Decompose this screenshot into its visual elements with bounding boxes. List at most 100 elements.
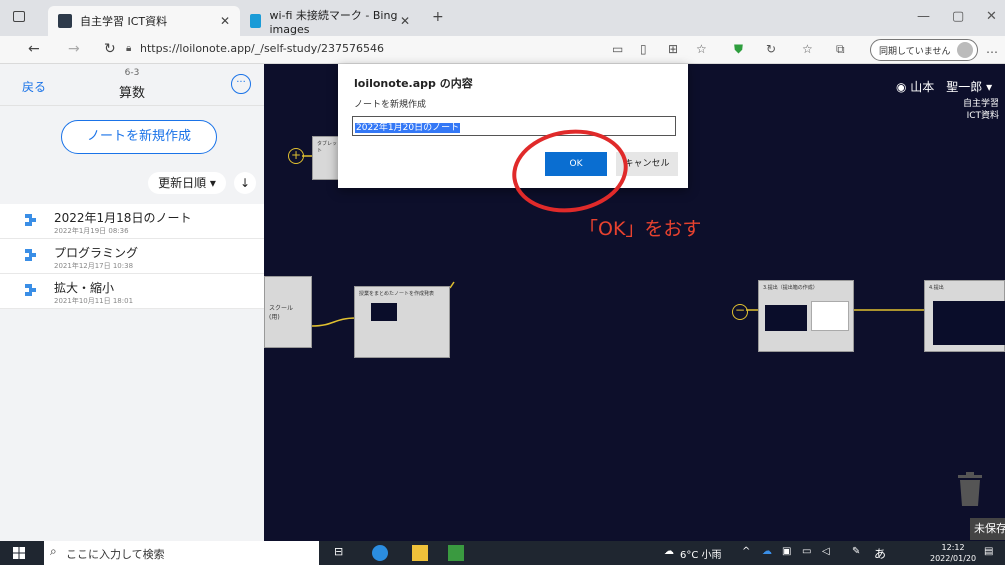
more-options-icon[interactable]: ··· bbox=[231, 74, 251, 94]
list-item[interactable]: プログラミング 2021年12月17日 10:38 bbox=[0, 239, 264, 274]
card-thumbnail bbox=[371, 303, 397, 321]
list-item[interactable]: 拡大・縮小 2021年10月11日 18:01 bbox=[0, 274, 264, 309]
canvas-card-submit-2[interactable]: 4.提出 bbox=[924, 280, 1005, 352]
meet-icon[interactable]: ▣ bbox=[782, 546, 791, 557]
tray-expand-icon[interactable]: ^ bbox=[742, 546, 750, 557]
sort-dropdown[interactable]: 更新日順 ▾ bbox=[148, 172, 226, 194]
notification-icon[interactable]: ▤ bbox=[984, 546, 993, 557]
note-name-input[interactable]: 2022年1月20日のノート bbox=[352, 116, 676, 136]
note-stack-icon bbox=[25, 249, 36, 261]
weather-text[interactable]: 6°C 小雨 bbox=[680, 546, 722, 561]
unsaved-indicator: 未保存 bbox=[970, 518, 1005, 540]
onedrive-icon[interactable]: ☁ bbox=[762, 546, 772, 557]
lock-icon: 🔒︎ bbox=[126, 43, 132, 54]
notes-sidebar: 戻る 6-3 算数 ··· ノートを新規作成 更新日順 ▾ ↓ 2022年1月1… bbox=[0, 64, 264, 541]
user-name: 山本 聖一郎 ▾ bbox=[910, 80, 993, 94]
instruction-annotation: 「OK」をおす bbox=[579, 218, 702, 240]
taskbar-search-input[interactable]: ⌕ ここに入力して検索 bbox=[44, 541, 319, 565]
tablet-icon[interactable]: ▯ bbox=[640, 42, 647, 56]
notebook-title: 自主学習 ICT資料 bbox=[963, 98, 999, 122]
ime-indicator[interactable]: あ bbox=[874, 545, 886, 562]
note-list: 2022年1月18日のノート 2022年1月19日 08:36 プログラミング … bbox=[0, 204, 264, 309]
refresh-extension-icon[interactable]: ↻ bbox=[766, 42, 776, 56]
profile-avatar-icon bbox=[957, 42, 973, 58]
collections-icon[interactable]: ⧉ bbox=[836, 42, 845, 57]
maximize-icon[interactable]: ▢ bbox=[952, 9, 964, 24]
card-thumbnail bbox=[765, 305, 807, 331]
card-thumbnail bbox=[933, 301, 1005, 345]
tab-ict-materials[interactable]: 自主学習 ICT資料 ✕ bbox=[48, 6, 240, 36]
minus-circle-icon[interactable]: − bbox=[732, 304, 748, 320]
refresh-icon[interactable]: ↻ bbox=[104, 41, 116, 57]
bing-favicon-icon bbox=[250, 14, 262, 28]
note-stack-icon bbox=[25, 214, 36, 226]
note-date: 2021年10月11日 18:01 bbox=[54, 297, 134, 305]
card-label: 3.提出（提出箱の作成） bbox=[763, 285, 818, 291]
canvas-card-summary[interactable]: 授業をまとめたノートを作成発表 bbox=[354, 286, 450, 358]
reader-view-icon[interactable]: ▭ bbox=[612, 42, 623, 56]
back-arrow-icon[interactable]: ← bbox=[28, 41, 40, 57]
list-item[interactable]: 2022年1月18日のノート 2022年1月19日 08:36 bbox=[0, 204, 264, 239]
browser-tab-bar: 自主学習 ICT資料 ✕ wi-fi 未接続マーク - Bing images … bbox=[0, 0, 1005, 36]
settings-more-icon[interactable]: … bbox=[986, 42, 998, 56]
minimize-icon[interactable]: — bbox=[917, 9, 930, 24]
favorite-star-icon[interactable]: ☆ bbox=[696, 42, 707, 56]
canvas-card-school[interactable]: スクール (用) bbox=[264, 276, 312, 348]
search-placeholder: ここに入力して検索 bbox=[66, 548, 165, 561]
note-stack-icon bbox=[25, 284, 36, 296]
input-value: 2022年1月20日のノート bbox=[355, 123, 461, 133]
clock-time: 12:12 bbox=[941, 543, 965, 552]
extension-shield-icon[interactable]: ⛊ bbox=[734, 42, 743, 57]
tab-actions-icon[interactable] bbox=[13, 11, 25, 22]
note-date: 2021年12月17日 10:38 bbox=[54, 262, 134, 270]
url-field[interactable]: https://loilonote.app/_/self-study/23757… bbox=[140, 42, 384, 55]
sort-direction-icon[interactable]: ↓ bbox=[234, 172, 256, 194]
user-icon: ◉ bbox=[896, 80, 911, 94]
sync-status-button[interactable]: 同期していません bbox=[870, 39, 978, 61]
task-view-icon[interactable]: ⊟ bbox=[334, 545, 350, 561]
sync-label: 同期していません bbox=[879, 47, 951, 57]
close-window-icon[interactable]: ✕ bbox=[986, 9, 997, 24]
trash-icon[interactable] bbox=[956, 472, 984, 508]
new-note-button[interactable]: ノートを新規作成 bbox=[61, 120, 217, 154]
add-card-icon[interactable]: + bbox=[288, 148, 304, 164]
close-tab-icon[interactable]: ✕ bbox=[220, 14, 230, 28]
address-bar: ← → ↻ 🔒︎ https://loilonote.app/_/self-st… bbox=[0, 36, 1005, 64]
tab-title: 自主学習 ICT資料 bbox=[80, 15, 168, 28]
tab-title: wi-fi 未接続マーク - Bing images bbox=[269, 8, 398, 36]
sidebar-header: 戻る 6-3 算数 ··· bbox=[0, 64, 264, 106]
edge-browser-icon[interactable] bbox=[372, 545, 388, 561]
weather-cloud-icon: ☁ bbox=[664, 546, 674, 557]
apps-grid-icon[interactable]: ⊞ bbox=[668, 42, 678, 56]
system-clock[interactable]: 12:12 2022/01/20 bbox=[930, 542, 976, 564]
card-label: スクール (用) bbox=[269, 305, 294, 321]
favorites-icon[interactable]: ☆ bbox=[802, 42, 813, 56]
card-label: 授業をまとめたノートを作成発表 bbox=[359, 291, 435, 297]
user-account-menu[interactable]: ◉ 山本 聖一郎 ▾ bbox=[896, 78, 992, 95]
title-line: 自主学習 bbox=[962, 99, 999, 109]
card-label: 4.提出 bbox=[929, 285, 944, 291]
pen-icon[interactable]: ✎ bbox=[852, 546, 860, 557]
tab-bing-images[interactable]: wi-fi 未接続マーク - Bing images ✕ bbox=[240, 6, 420, 36]
subject-title: 算数 bbox=[118, 86, 145, 101]
file-explorer-icon[interactable] bbox=[412, 545, 428, 561]
note-title: 拡大・縮小 bbox=[54, 281, 115, 295]
canvas-card-submit[interactable]: 3.提出（提出箱の作成） bbox=[758, 280, 854, 352]
display-icon[interactable]: ▭ bbox=[802, 546, 811, 557]
close-tab-icon[interactable]: ✕ bbox=[400, 14, 410, 28]
note-date: 2022年1月19日 08:36 bbox=[54, 227, 129, 235]
card-thumbnail bbox=[811, 301, 849, 331]
clock-date: 2022/01/20 bbox=[930, 554, 977, 563]
volume-icon[interactable]: ◁ bbox=[822, 546, 830, 557]
dialog-title: loilonote.app の内容 bbox=[354, 77, 473, 90]
dialog-message: ノートを新規作成 bbox=[354, 100, 427, 110]
new-tab-button[interactable]: + bbox=[432, 9, 444, 25]
forward-arrow-icon[interactable]: → bbox=[68, 41, 80, 57]
title-line: ICT資料 bbox=[966, 111, 999, 121]
windows-start-icon[interactable] bbox=[13, 547, 25, 559]
note-title: プログラミング bbox=[54, 246, 139, 260]
note-favicon-icon bbox=[58, 14, 72, 28]
class-grade: 6-3 bbox=[124, 68, 140, 78]
store-icon[interactable] bbox=[448, 545, 464, 561]
windows-taskbar: ⌕ ここに入力して検索 ⊟ ☁ 6°C 小雨 ^ ☁ ▣ ▭ ◁ ✎ あ 12:… bbox=[0, 541, 1005, 565]
